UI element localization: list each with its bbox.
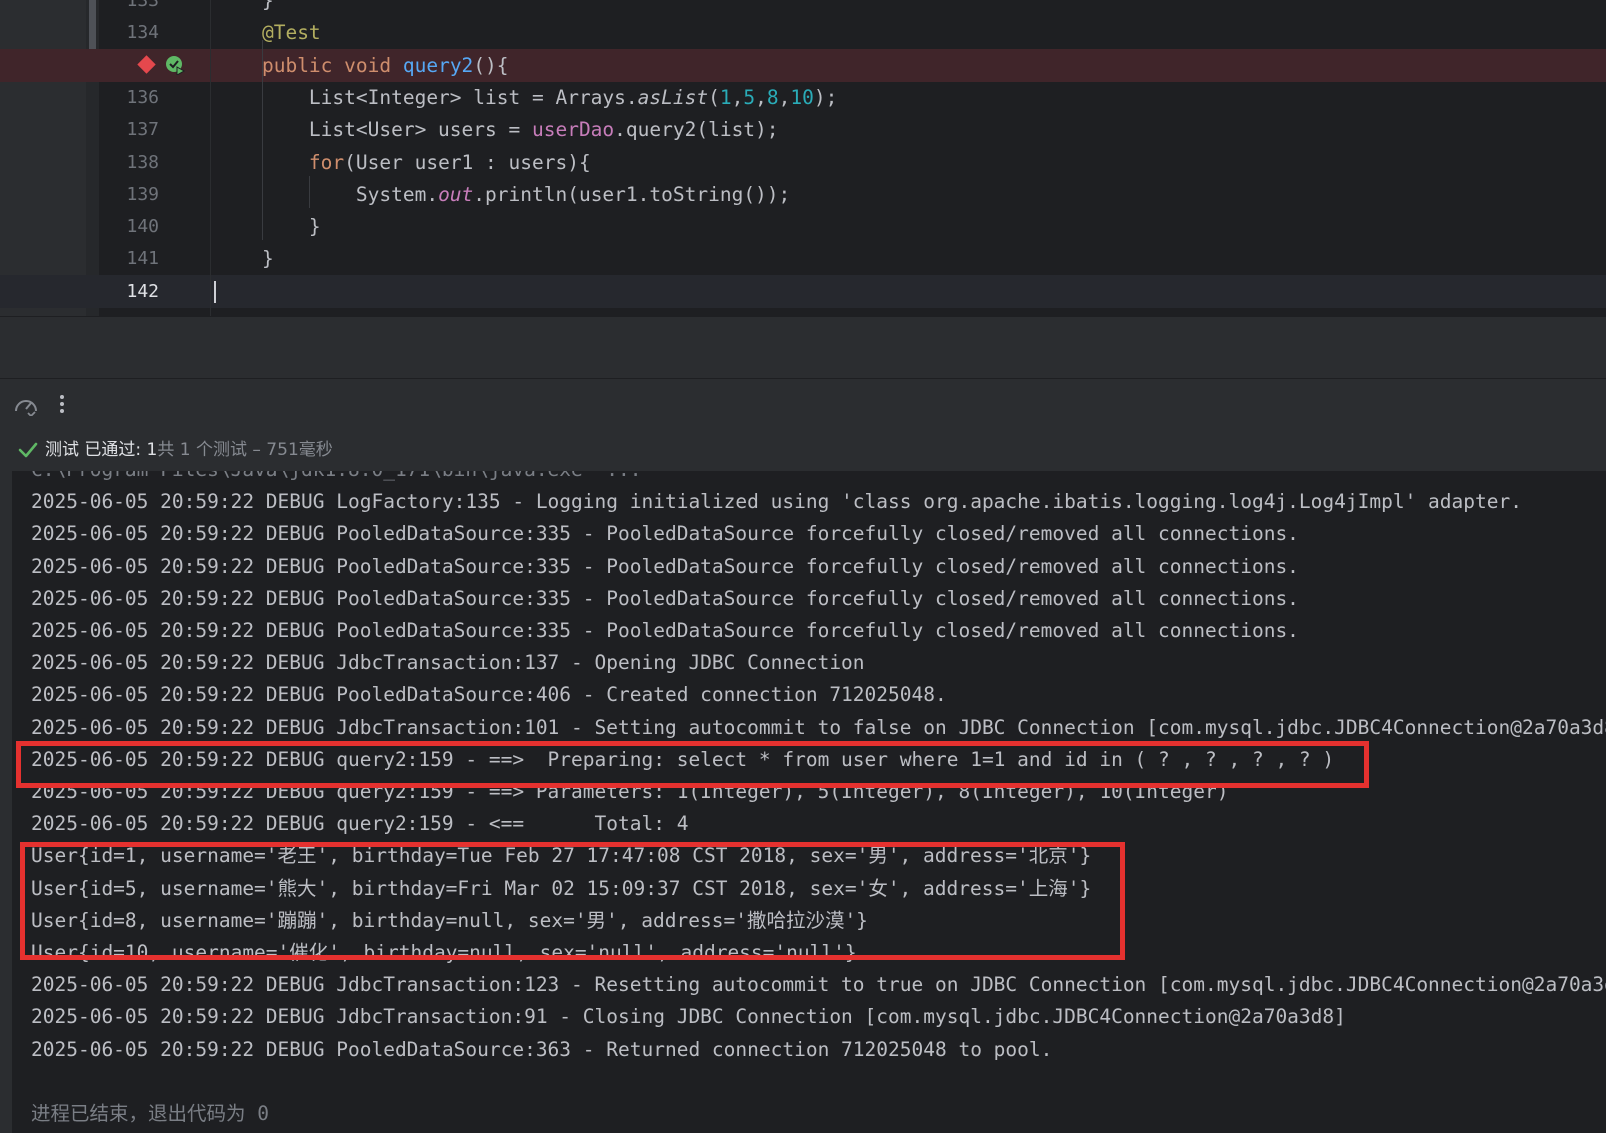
code-text[interactable]: @Test (215, 16, 321, 49)
run-test-icon[interactable] (165, 55, 185, 75)
test-status-detail: 共 1 个测试 – 751毫秒 (157, 440, 333, 460)
indent-guide (262, 40, 263, 240)
console-line: 2025-06-05 20:59:22 DEBUG PooledDataSour… (31, 586, 1299, 610)
code-token: 10 (790, 85, 814, 109)
code-token: .println(user1.toString()); (473, 182, 791, 206)
console-line: 2025-06-05 20:59:22 DEBUG query2:159 - <… (31, 812, 689, 836)
code-token: , (731, 85, 744, 109)
code-token: public (261, 53, 345, 77)
console-line: 2025-06-05 20:59:22 DEBUG PooledDataSour… (31, 619, 1299, 642)
code-token: } (215, 0, 274, 12)
code-token: query2 (402, 53, 474, 77)
code-token: asList (637, 85, 709, 109)
console-line: 2025-06-05 20:59:22 DEBUG LogFactory:135… (31, 490, 1522, 514)
code-token: .query2(list); (614, 118, 779, 142)
console-line: 2025-06-05 20:59:22 DEBUG JdbcTransactio… (31, 973, 1606, 997)
code-text[interactable]: } (215, 210, 321, 243)
line-number[interactable]: 137 (99, 113, 159, 146)
code-token: } (215, 247, 274, 271)
line-number[interactable]: 141 (99, 242, 159, 275)
code-line[interactable]: 139 System.out.println(user1.toString())… (0, 178, 1606, 211)
console-line: 2025-06-05 20:59:22 DEBUG PooledDataSour… (31, 683, 947, 707)
code-text[interactable]: System.out.println(user1.toString()); (215, 178, 790, 211)
code-token: out (438, 182, 474, 206)
indent-guide (309, 176, 310, 208)
line-number[interactable]: 140 (99, 210, 159, 243)
line-number[interactable]: 134 (99, 16, 159, 49)
console-line: 2025-06-05 20:59:22 DEBUG PooledDataSour… (31, 1037, 1053, 1061)
code-line[interactable]: 134 @Test (0, 16, 1606, 49)
code-token: , (778, 85, 791, 109)
test-status-bar: 测试 已通过: 1共 1 个测试 – 751毫秒 (0, 429, 1606, 471)
code-line[interactable]: 141 } (0, 242, 1606, 275)
console-left-strip (0, 471, 12, 1133)
console-line: 进程已结束，退出代码为 0 (31, 1102, 269, 1125)
code-text[interactable]: } (215, 242, 274, 275)
code-line[interactable]: 140 } (0, 210, 1606, 243)
highlight-box-results (20, 842, 1125, 960)
code-line[interactable]: 138 for(User user1 : users){ (0, 146, 1606, 179)
code-line-breakpoint[interactable]: public void query2(){ (0, 48, 1606, 82)
code-token: userDao (531, 118, 615, 142)
console-line: 2025-06-05 20:59:22 DEBUG PooledDataSour… (31, 554, 1299, 578)
breakpoint-icon[interactable] (137, 54, 156, 74)
code-token: (User user1 : users){ (344, 150, 591, 174)
line-number[interactable]: 138 (99, 146, 159, 179)
test-status-text: 测试 已通过: 1共 1 个测试 – 751毫秒 (45, 429, 333, 471)
performance-gauge-icon[interactable] (13, 394, 39, 416)
gutter-separator (210, 0, 211, 316)
console-line: 2025-06-05 20:59:22 DEBUG JdbcTransactio… (31, 1005, 1346, 1029)
code-line[interactable]: 136 List<Integer> list = Arrays.asList(1… (0, 81, 1606, 114)
highlight-box-sql (16, 741, 1369, 788)
more-options-icon[interactable] (58, 394, 66, 416)
console-line: 2025-06-05 20:59:22 DEBUG PooledDataSour… (31, 522, 1299, 546)
code-line[interactable]: 133 } (0, 0, 1606, 17)
text-caret (214, 280, 216, 303)
code-token: 5 (743, 85, 756, 109)
editor-tool-window-divider (0, 316, 1606, 379)
code-token: (){ (473, 53, 509, 77)
test-status-label: 测试 已通过: (45, 440, 147, 460)
console-line: C:\Program Files\Java\jdk1.8.0_171\bin\j… (31, 471, 641, 486)
console-line: 2025-06-05 20:59:22 DEBUG JdbcTransactio… (31, 715, 1606, 739)
code-text[interactable]: List<Integer> list = Arrays.asList(1,5,8… (215, 81, 837, 114)
code-text[interactable]: for(User user1 : users){ (215, 146, 591, 179)
code-token: List<Integer> list = Arrays. (215, 85, 638, 109)
code-token: ( (708, 85, 720, 109)
line-number[interactable]: 133 (99, 0, 159, 17)
code-text[interactable]: public void query2(){ (215, 49, 509, 82)
line-number[interactable]: 136 (99, 81, 159, 114)
code-token: } (215, 215, 321, 239)
code-token: @Test (261, 21, 321, 45)
test-passed-check-icon (18, 442, 38, 458)
console-output[interactable]: C:\Program Files\Java\jdk1.8.0_171\bin\j… (12, 471, 1606, 1133)
code-editor[interactable]: 133 } 134 @Test public void query2(){136 … (0, 0, 1606, 316)
code-token: System. (215, 182, 439, 206)
code-text[interactable]: List<User> users = userDao.query2(list); (215, 113, 779, 146)
code-token: ); (813, 85, 838, 109)
code-line[interactable]: 137 List<User> users = userDao.query2(li… (0, 113, 1606, 146)
line-number[interactable]: 139 (99, 178, 159, 211)
code-line[interactable]: 142 (0, 274, 1606, 308)
code-token: for (308, 150, 345, 174)
code-token: 1 (719, 85, 732, 109)
code-token: 8 (766, 85, 779, 109)
code-token: void (344, 53, 403, 77)
run-toolbar (0, 378, 1606, 430)
test-passed-count: 1 (146, 440, 158, 460)
console-line: 2025-06-05 20:59:22 DEBUG JdbcTransactio… (31, 651, 865, 675)
code-token: , (755, 85, 767, 109)
line-number[interactable]: 142 (99, 275, 159, 308)
code-text[interactable]: } (215, 0, 274, 17)
